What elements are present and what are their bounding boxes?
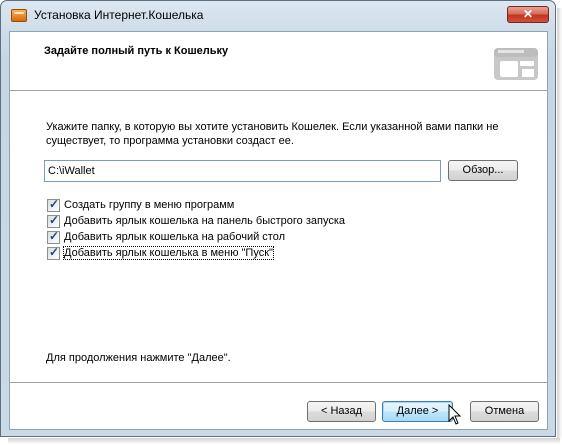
- cancel-button[interactable]: Отмена: [470, 401, 539, 422]
- browse-button[interactable]: Обзор...: [448, 160, 518, 181]
- wizard-client-area: Задайте полный путь к Кошельку Укажите п…: [9, 31, 548, 430]
- checkmark-icon: ✓: [49, 229, 60, 243]
- footer-separator: [10, 382, 547, 384]
- page-title: Задайте полный путь к Кошельку: [44, 45, 229, 57]
- checkbox-label: Создать группу в меню программ: [64, 199, 235, 211]
- install-path-input[interactable]: [44, 160, 441, 182]
- continue-hint: Для продолжения нажмите "Далее".: [46, 352, 231, 364]
- checkbox[interactable]: ✓: [47, 213, 60, 228]
- wallet-icon: [494, 48, 538, 80]
- window-shadow-bottom: [8, 438, 560, 444]
- checkbox[interactable]: ✓: [47, 197, 60, 212]
- window-title: Установка Интернет.Кошелька: [34, 8, 204, 22]
- installer-window: Установка Интернет.Кошелька ✕ Задайте по…: [0, 0, 556, 437]
- checkbox-label: Добавить ярлык кошелька в меню "Пуск": [63, 246, 274, 260]
- wizard-header: Задайте полный путь к Кошельку: [10, 32, 547, 90]
- checkmark-icon: ✓: [49, 213, 60, 227]
- instruction-text: Укажите папку, в которую вы хотите устан…: [46, 121, 499, 147]
- window-shadow-right: [557, 8, 562, 438]
- checkmark-icon: ✓: [49, 245, 60, 259]
- header-separator: [10, 90, 547, 92]
- back-button[interactable]: < Назад: [307, 401, 376, 422]
- checkmark-icon: ✓: [49, 197, 60, 211]
- checkbox-label: Добавить ярлык кошелька на панель быстро…: [64, 215, 346, 227]
- checkbox[interactable]: ✓: [47, 229, 60, 244]
- wallet-app-icon: [11, 9, 27, 22]
- close-button[interactable]: ✕: [507, 6, 549, 23]
- checkbox-label: Добавить ярлык кошелька на рабочий стол: [64, 231, 286, 243]
- mouse-pointer-icon: [448, 404, 462, 425]
- next-button[interactable]: Далее >: [382, 401, 453, 422]
- title-bar[interactable]: Установка Интернет.Кошелька ✕: [1, 1, 555, 31]
- checkbox[interactable]: ✓: [47, 245, 60, 260]
